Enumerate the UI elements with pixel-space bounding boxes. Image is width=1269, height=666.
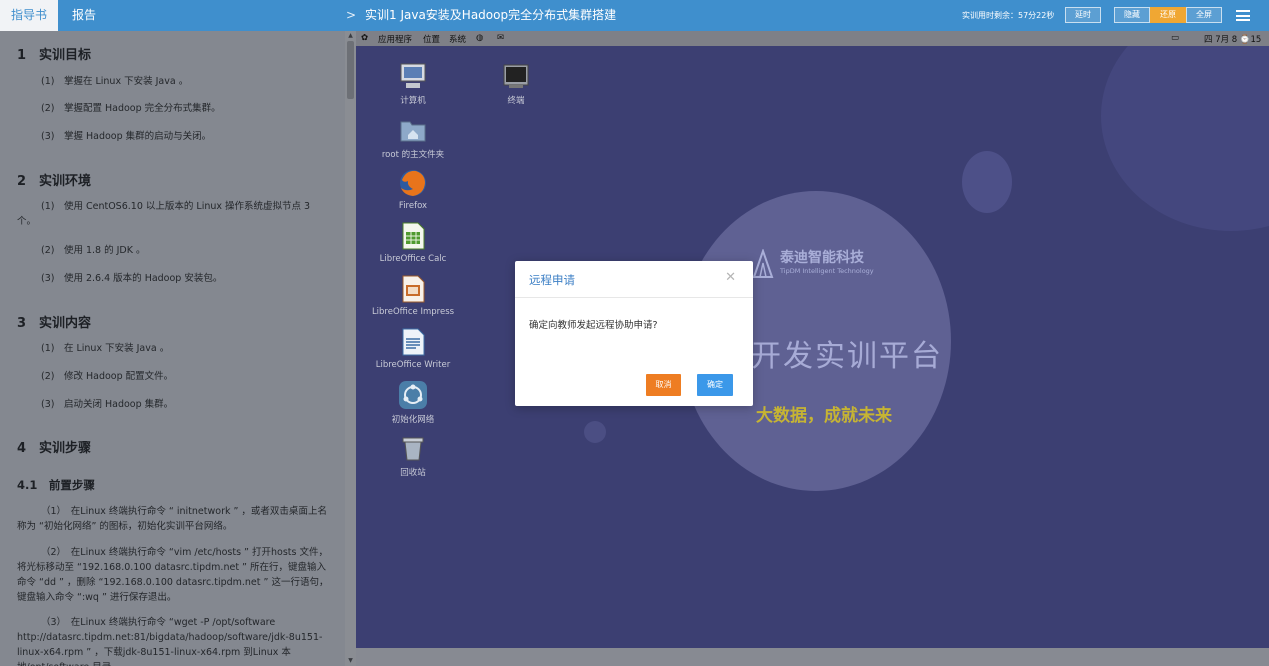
cancel-button[interactable]: 取消 bbox=[646, 374, 681, 396]
decor-circle bbox=[962, 151, 1012, 213]
desktop-icon-impress[interactable]: LibreOffice Impress bbox=[363, 274, 463, 317]
network-init-icon bbox=[399, 381, 427, 409]
list-item: (3) 使用 2.6.4 版本的 Hadoop 安装包。 bbox=[41, 273, 223, 284]
firefox-icon bbox=[400, 170, 426, 196]
subsection-title-prestep: 4.1 前置步骤 bbox=[17, 478, 95, 492]
icon-label: 终端 bbox=[507, 96, 525, 106]
decor-circle bbox=[1101, 31, 1269, 231]
mail-icon[interactable]: ✉ bbox=[497, 33, 504, 43]
desktop-bottom-panel bbox=[356, 648, 1269, 666]
desktop-icon-trash[interactable]: 回收站 bbox=[363, 433, 463, 478]
desktop-icon-terminal[interactable]: 终端 bbox=[466, 61, 566, 106]
time-remaining: 实训用时剩余：57分22秒 bbox=[962, 11, 1055, 20]
desktop-icon-init-network[interactable]: 初始化网络 bbox=[363, 380, 463, 425]
brand-logo-icon bbox=[752, 249, 774, 278]
network-icon[interactable]: ▭ bbox=[1171, 33, 1179, 43]
dialog-divider bbox=[515, 297, 753, 298]
hide-button[interactable]: 隐藏 bbox=[1114, 7, 1150, 23]
section-title-content: 3 实训内容 bbox=[17, 316, 92, 331]
home-folder-icon bbox=[400, 121, 426, 142]
gnome-panel: ✿ 应用程序 位置 系统 ◍ ✉ ▭ 四 7月 8 ⌚15 bbox=[356, 31, 1269, 46]
list-item: (1) 掌握在 Linux 下安装 Java 。 bbox=[41, 76, 189, 87]
list-item: (2) 使用 1.8 的 JDK 。 bbox=[41, 245, 146, 256]
section-title-steps: 4 实训步骤 bbox=[17, 441, 92, 456]
icon-label: LibreOffice Calc bbox=[379, 254, 447, 264]
apps-menu-icon[interactable]: ✿ bbox=[361, 33, 368, 43]
desktop-icon-writer[interactable]: LibreOffice Writer bbox=[363, 327, 463, 370]
remote-desktop[interactable]: ✿ 应用程序 位置 系统 ◍ ✉ ▭ 四 7月 8 ⌚15 计算机 终端 roo… bbox=[356, 31, 1269, 666]
desktop-icon-calc[interactable]: LibreOffice Calc bbox=[363, 221, 463, 264]
document-icon bbox=[402, 328, 425, 356]
section-title-goals: 1 实训目标 bbox=[17, 48, 92, 63]
globe-icon[interactable]: ◍ bbox=[476, 33, 483, 43]
extend-time-button[interactable]: 延时 bbox=[1065, 7, 1101, 23]
paragraph: （2） 在Linux 终端执行命令 “vim /etc/hosts ” 打开ho… bbox=[17, 547, 329, 603]
icon-label: 初始化网络 bbox=[391, 415, 435, 425]
decor-circle bbox=[584, 421, 606, 443]
guide-scrollbar[interactable]: ▲ ▼ bbox=[345, 31, 356, 666]
list-item: (3) 掌握 Hadoop 集群的启动与关闭。 bbox=[41, 131, 212, 142]
top-bar: 指导书 报告 > 实训1 Java安装及Hadoop完全分布式集群搭建 实训用时… bbox=[0, 0, 1269, 31]
close-icon[interactable]: ✕ bbox=[725, 270, 736, 285]
desktop-icon-firefox[interactable]: Firefox bbox=[363, 168, 463, 211]
restore-button[interactable]: 还原 bbox=[1150, 7, 1186, 23]
platform-title: 开发实训平台 bbox=[751, 339, 943, 374]
icon-label: root 的主文件夹 bbox=[381, 150, 445, 160]
list-item: (3) 启动关闭 Hadoop 集群。 bbox=[41, 399, 174, 410]
list-item: (2) 修改 Hadoop 配置文件。 bbox=[41, 371, 174, 382]
scroll-up-icon[interactable]: ▲ bbox=[347, 33, 354, 39]
list-item: (1) 使用 CentOS6.10 以上版本的 Linux 操作系统虚拟节点 3… bbox=[17, 201, 311, 227]
section-title-environment: 2 实训环境 bbox=[17, 174, 92, 189]
tab-guide[interactable]: 指导书 bbox=[0, 0, 58, 31]
confirm-button[interactable]: 确定 bbox=[697, 374, 733, 396]
spreadsheet-icon bbox=[402, 222, 425, 250]
brand-name: 泰迪智能科技 bbox=[780, 250, 864, 266]
menu-applications[interactable]: 应用程序 bbox=[378, 33, 412, 45]
menu-places[interactable]: 位置 bbox=[423, 33, 440, 45]
hamburger-menu-icon[interactable] bbox=[1236, 10, 1250, 21]
tab-report[interactable]: 报告 bbox=[58, 0, 110, 31]
clock[interactable]: 四 7月 8 ⌚15 bbox=[1204, 33, 1261, 45]
list-item: (2) 掌握配置 Hadoop 完全分布式集群。 bbox=[41, 103, 221, 114]
presentation-icon bbox=[402, 275, 425, 303]
dialog-title: 远程申请 bbox=[529, 273, 575, 287]
paragraph: （1） 在Linux 终端执行命令 “ initnetwork ” ，或者双击桌… bbox=[17, 506, 327, 532]
dialog-message: 确定向教师发起远程协助申请? bbox=[529, 320, 658, 331]
menu-system[interactable]: 系统 bbox=[449, 33, 466, 45]
remote-request-dialog: 远程申请 ✕ 确定向教师发起远程协助申请? 取消 确定 bbox=[515, 261, 753, 406]
scrollbar-thumb[interactable] bbox=[347, 41, 354, 99]
computer-icon bbox=[400, 63, 426, 88]
guide-panel: 1 实训目标 (1) 掌握在 Linux 下安装 Java 。 (2) 掌握配置… bbox=[0, 31, 345, 666]
fullscreen-button[interactable]: 全屏 bbox=[1186, 7, 1222, 23]
trash-icon bbox=[402, 437, 424, 461]
desktop-icon-home[interactable]: root 的主文件夹 bbox=[363, 115, 463, 160]
paragraph: （3） 在Linux 终端执行命令 “wget -P /opt/software… bbox=[17, 617, 323, 666]
icon-label: 回收站 bbox=[400, 468, 426, 478]
icon-label: 计算机 bbox=[400, 96, 426, 106]
course-title: 实训1 Java安装及Hadoop完全分布式集群搭建 bbox=[365, 8, 617, 22]
terminal-icon bbox=[503, 64, 529, 88]
slogan: 大数据，成就未来 bbox=[756, 406, 892, 426]
icon-label: LibreOffice Writer bbox=[375, 360, 451, 370]
list-item: (1) 在 Linux 下安装 Java 。 bbox=[41, 343, 170, 354]
icon-label: Firefox bbox=[398, 201, 428, 211]
brand-subtitle: TipDM Intelligent Technology bbox=[780, 267, 874, 275]
scroll-down-icon[interactable]: ▼ bbox=[347, 658, 354, 664]
desktop-icon-computer[interactable]: 计算机 bbox=[363, 61, 463, 106]
breadcrumb-separator: > bbox=[346, 8, 357, 22]
icon-label: LibreOffice Impress bbox=[371, 307, 455, 317]
